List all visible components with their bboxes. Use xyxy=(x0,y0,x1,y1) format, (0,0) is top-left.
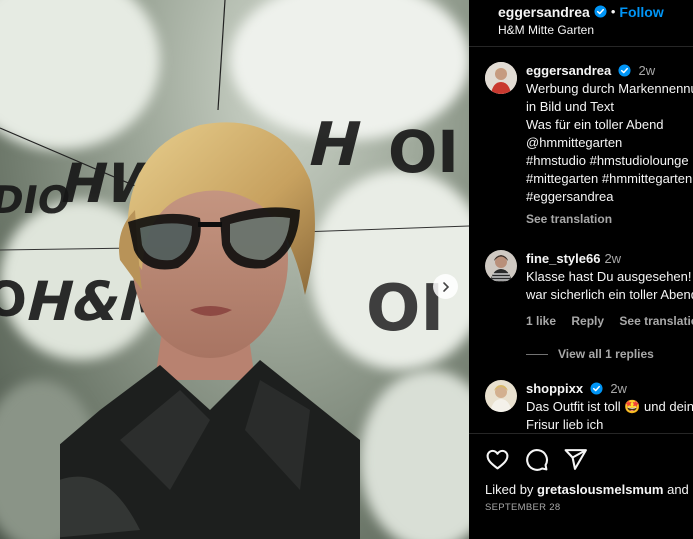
liked-by-user[interactable]: gretaslousmelsmum xyxy=(537,482,663,497)
caption-time[interactable]: 2w xyxy=(639,63,656,78)
caption-hashtags[interactable]: #eggersandrea xyxy=(526,188,693,206)
author-username[interactable]: eggersandrea xyxy=(498,4,590,20)
person-photo xyxy=(60,122,360,539)
comments-list[interactable]: eggersandrea 2w Werbung durch Markennenn… xyxy=(469,48,693,433)
chevron-right-icon xyxy=(442,281,449,292)
post-header: eggersandrea • Follow H&M Mitte Garten xyxy=(469,0,693,47)
avatar[interactable] xyxy=(485,250,517,282)
comment-time[interactable]: 2w xyxy=(604,251,621,266)
comment-text-line: Das Outfit ist toll 🤩 und deine xyxy=(526,399,693,414)
comment-username[interactable]: fine_style66 xyxy=(526,251,600,266)
comment-item: fine_style66 2w Klasse hast Du ausgesehen… xyxy=(485,250,693,328)
follow-button[interactable]: Follow xyxy=(619,4,663,20)
post-actions: Liked by gretaslousmelsmum and SEPTEMBER… xyxy=(469,433,693,539)
caption-text-line: in Bild und Text xyxy=(526,99,614,114)
commenter-avatar-image xyxy=(485,380,517,412)
caption-text-line: Werbung durch Markennennung xyxy=(526,81,693,96)
commenter-avatar-image xyxy=(485,250,517,282)
comment-likes-count[interactable]: 1 like xyxy=(526,314,556,328)
next-image-button[interactable] xyxy=(433,274,458,299)
post-image[interactable]: OI DIO HW H O H&M OI xyxy=(0,0,469,539)
comment-item: shoppixx 2w Das Outfit ist toll 🤩 und de… xyxy=(485,380,693,433)
verified-badge-icon xyxy=(590,382,603,395)
view-replies-label: View all 1 replies xyxy=(558,347,654,361)
view-replies-button[interactable]: View all 1 replies xyxy=(526,347,654,361)
heart-icon[interactable] xyxy=(485,447,510,472)
see-translation-link[interactable]: See translation xyxy=(619,314,693,328)
post-date[interactable]: SEPTEMBER 28 xyxy=(485,502,560,513)
caption-username[interactable]: eggersandrea xyxy=(526,63,611,78)
comment-text-line: war sicherlich ein toller Abend xyxy=(526,287,693,302)
comment-icon[interactable] xyxy=(524,447,549,472)
comment-username[interactable]: shoppixx xyxy=(526,381,583,396)
header-separator: • xyxy=(610,4,616,19)
comment-text-line: Frisur lieb ich xyxy=(526,417,604,432)
caption-mention[interactable]: @hmmittegarten xyxy=(526,134,693,152)
verified-badge-icon xyxy=(618,64,631,77)
comment-time[interactable]: 2w xyxy=(610,381,627,396)
see-translation-link[interactable]: See translation xyxy=(526,212,693,226)
liked-by-text: Liked by gretaslousmelsmum and xyxy=(485,482,689,497)
caption-hashtags[interactable]: #mittegarten #hmmittegarten xyxy=(526,170,693,188)
comment-text-line: Klasse hast Du ausgesehen! Es xyxy=(526,269,693,284)
verified-badge-icon xyxy=(594,5,607,18)
avatar[interactable] xyxy=(485,380,517,412)
author-avatar-image xyxy=(485,62,517,94)
liked-by-prefix: Liked by xyxy=(485,482,538,497)
caption-hashtags[interactable]: #hmstudio #hmstudiolounge xyxy=(526,152,693,170)
reply-button[interactable]: Reply xyxy=(571,314,604,328)
avatar[interactable] xyxy=(485,62,517,94)
liked-by-suffix: and xyxy=(663,482,689,497)
post-location[interactable]: H&M Mitte Garten xyxy=(498,23,693,37)
post-caption: eggersandrea 2w Werbung durch Markennenn… xyxy=(485,62,693,226)
post-side-panel: eggersandrea • Follow H&M Mitte Garten e… xyxy=(469,0,693,539)
caption-text-line: Was für ein toller Abend xyxy=(526,117,664,132)
share-icon[interactable] xyxy=(563,447,588,472)
replies-divider xyxy=(526,353,548,355)
